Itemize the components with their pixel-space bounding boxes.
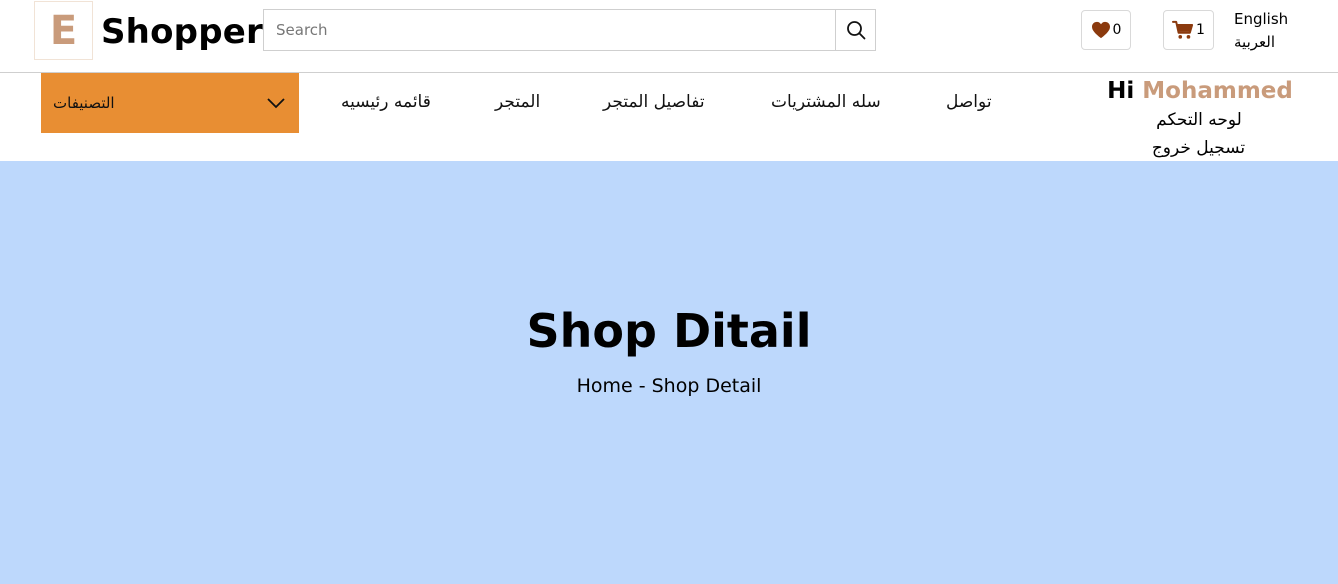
top-header: E Shopper 0 1 English العربية [0,0,1338,73]
categories-dropdown[interactable]: التصنيفات [41,73,299,133]
lang-arabic[interactable]: العربية [1234,31,1288,54]
greeting-word: Hi [1107,78,1135,104]
wishlist-count: 0 [1112,22,1122,38]
page-hero: Shop Ditail Home - Shop Detail [0,161,1338,584]
search-bar [263,9,876,51]
breadcrumb-separator: - [638,375,646,397]
lang-english[interactable]: English [1234,8,1288,31]
logo-letter: E [49,7,78,54]
chevron-down-icon [267,97,285,108]
logo-text[interactable]: Shopper [101,10,263,54]
nav-home[interactable]: قائمه رئيسيه [341,92,431,112]
heart-icon [1091,21,1110,39]
breadcrumb-current: Shop Detail [651,375,762,397]
nav-contact[interactable]: تواصل [946,92,992,112]
breadcrumb-home[interactable]: Home [577,375,633,397]
wishlist-button[interactable]: 0 [1081,10,1131,50]
language-switcher: English العربية [1234,8,1288,54]
cart-count: 1 [1196,22,1205,38]
nav-cart[interactable]: سله المشتريات [771,92,881,112]
cart-button[interactable]: 1 [1163,10,1214,50]
search-button[interactable] [835,10,875,50]
dashboard-link[interactable]: لوحه التحكم [1098,106,1300,134]
user-name: Mohammed [1142,78,1293,104]
search-icon [846,21,865,40]
breadcrumb: Home - Shop Detail [0,373,1338,399]
nav-shop-detail[interactable]: تفاصيل المتجر [603,92,705,112]
nav-shop[interactable]: المتجر [495,92,540,112]
logout-link[interactable]: تسجيل خروج [1097,134,1300,162]
cart-icon [1172,20,1194,39]
search-input[interactable] [264,10,835,50]
user-menu: Hi Mohammed لوحه التحكم تسجيل خروج [1100,76,1300,162]
page-title: Shop Ditail [526,304,812,358]
logo-mark[interactable]: E [34,1,93,60]
categories-label: التصنيفات [53,94,115,112]
main-nav: التصنيفات قائمه رئيسيه المتجر تفاصيل الم… [0,73,1338,161]
user-greeting: Hi Mohammed [1100,76,1300,106]
